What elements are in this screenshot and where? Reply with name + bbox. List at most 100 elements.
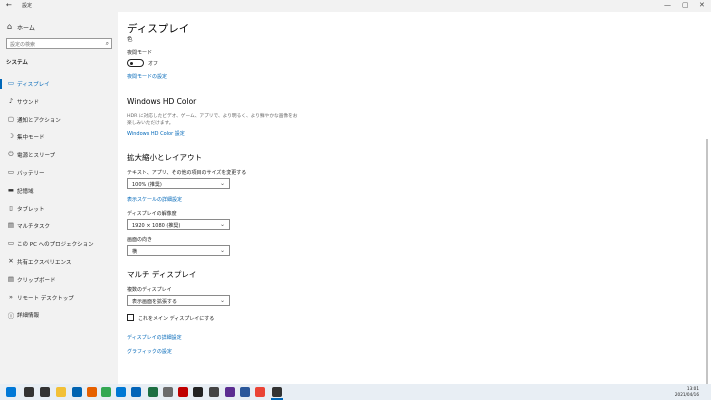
maximize-icon[interactable]: ▢ bbox=[682, 1, 689, 9]
sidebar-nav: ▭ ディスプレイ ♪ サウンド ▢ 通知とアクション ☽ 集中モード ⏻ 電源とスリープ ▭ バッテリ… bbox=[0, 75, 118, 324]
sidebar-item[interactable]: ✕ 共有エクスペリエンス bbox=[0, 253, 118, 271]
page-title: ディスプレイ bbox=[127, 23, 190, 35]
calculator-icon[interactable] bbox=[209, 387, 219, 397]
sidebar-item-label: マルチタスク bbox=[17, 224, 51, 231]
sidebar-item[interactable]: ▭ この PC へのプロジェクション bbox=[0, 235, 118, 253]
sound-icon: ♪ bbox=[8, 96, 14, 105]
focus-assist-icon: ☽ bbox=[8, 132, 14, 141]
storage-icon: ▬ bbox=[7, 185, 15, 194]
search-icon[interactable]: ⌕ bbox=[106, 40, 109, 48]
multiple-displays-value: 表示画面を拡張する bbox=[132, 299, 178, 305]
sidebar-item-label: 電源とスリープ bbox=[17, 153, 56, 160]
clipboard-icon: ▤ bbox=[7, 274, 15, 283]
chevron-down-icon: ⌄ bbox=[219, 180, 225, 187]
scale-dropdown[interactable]: 100% (推奨) ⌄ bbox=[127, 178, 230, 189]
orientation-label: 画面の向き bbox=[127, 237, 153, 243]
minimize-icon[interactable]: — bbox=[664, 1, 671, 9]
shared-experiences-icon: ✕ bbox=[8, 256, 14, 265]
remote-desktop-icon: » bbox=[9, 292, 13, 301]
resolution-dropdown[interactable]: 1920 × 1080 (推奨) ⌄ bbox=[127, 219, 230, 230]
about-icon: ⓘ bbox=[7, 312, 15, 321]
sidebar-item-label: この PC へのプロジェクション bbox=[17, 242, 94, 249]
sidebar-item[interactable]: ▬ 記憶域 bbox=[0, 182, 118, 200]
advanced-scaling-link[interactable]: 表示スケールの詳細設定 bbox=[127, 196, 182, 203]
sidebar-item[interactable]: ⏻ 電源とスリープ bbox=[0, 146, 118, 164]
settings-icon[interactable] bbox=[272, 387, 282, 397]
app-icon[interactable] bbox=[163, 387, 173, 397]
sidebar-item[interactable]: ♪ サウンド bbox=[0, 93, 118, 111]
excel-icon[interactable] bbox=[148, 387, 158, 397]
sidebar-item[interactable]: ⓘ 詳細情報 bbox=[0, 306, 118, 324]
record-icon[interactable] bbox=[178, 387, 188, 397]
sidebar-item-label: 詳細情報 bbox=[17, 313, 40, 320]
sidebar-item[interactable]: ▤ マルチタスク bbox=[0, 217, 118, 235]
projecting-icon: ▭ bbox=[7, 239, 15, 248]
task-view-icon[interactable] bbox=[40, 387, 50, 397]
chrome-icon-2[interactable] bbox=[255, 387, 265, 397]
chevron-down-icon: ⌄ bbox=[219, 247, 225, 254]
firefox-icon[interactable] bbox=[87, 387, 97, 397]
hdr-description: HDR に対応したビデオ、ゲーム、アプリで、より明るく、より鮮やかな画像をお楽し… bbox=[127, 114, 298, 126]
graphics-settings-link[interactable]: グラフィックの設定 bbox=[127, 348, 172, 355]
sidebar-item-label: クリップボード bbox=[17, 277, 56, 284]
sidebar-item-label: バッテリー bbox=[17, 170, 45, 177]
window-title: 設定 bbox=[22, 3, 33, 9]
sidebar-item[interactable]: ▭ バッテリー bbox=[0, 164, 118, 182]
resolution-value: 1920 × 1080 (推奨) bbox=[132, 223, 181, 229]
search-input[interactable]: 設定の検索 ⌕ bbox=[6, 38, 112, 49]
multiple-displays-label: 複数のディスプレイ bbox=[127, 287, 172, 293]
sidebar-item[interactable]: ▭ ディスプレイ bbox=[0, 75, 118, 93]
sidebar-item-label: サウンド bbox=[17, 99, 40, 106]
main-content: ディスプレイ 色 夜間モード オフ 夜間モードの設定 Windows HD Co… bbox=[118, 12, 711, 384]
hdr-settings-link[interactable]: Windows HD Color 設定 bbox=[127, 130, 185, 137]
start-icon[interactable] bbox=[6, 387, 16, 397]
chevron-down-icon: ⌄ bbox=[219, 221, 225, 228]
search-icon[interactable] bbox=[24, 387, 34, 397]
multitasking-icon: ▤ bbox=[7, 221, 15, 230]
power-sleep-icon: ⏻ bbox=[8, 150, 14, 159]
multiple-displays-heading: マルチ ディスプレイ bbox=[127, 270, 197, 279]
main-display-checkbox-label[interactable]: これをメイン ディスプレイにする bbox=[138, 315, 214, 322]
home-icon: ⌂ bbox=[7, 22, 13, 31]
scale-label: テキスト、アプリ、その他の項目のサイズを変更する bbox=[127, 170, 247, 176]
sidebar-item-label: 通知とアクション bbox=[17, 117, 61, 124]
night-light-toggle[interactable] bbox=[127, 59, 144, 67]
multiple-displays-dropdown[interactable]: 表示画面を拡張する ⌄ bbox=[127, 295, 230, 306]
sidebar-home[interactable]: ⌂ ホーム bbox=[0, 20, 118, 34]
orientation-dropdown[interactable]: 横 ⌄ bbox=[127, 245, 230, 256]
night-light-settings-link[interactable]: 夜間モードの設定 bbox=[127, 73, 167, 80]
taskbar: 13:01 2021/04/16 bbox=[0, 384, 711, 400]
toggle-knob bbox=[130, 61, 133, 65]
back-arrow-icon[interactable]: ← bbox=[6, 1, 12, 9]
orientation-value: 横 bbox=[132, 249, 138, 255]
outlook-icon[interactable] bbox=[131, 387, 141, 397]
sidebar-item[interactable]: ▤ クリップボード bbox=[0, 271, 118, 289]
scrollbar[interactable] bbox=[706, 139, 708, 384]
active-app-indicator bbox=[271, 398, 283, 400]
battery-icon: ▭ bbox=[7, 167, 15, 176]
store-icon[interactable] bbox=[72, 387, 82, 397]
scale-layout-heading: 拡大縮小とレイアウト bbox=[127, 153, 202, 162]
media-icon[interactable] bbox=[193, 387, 203, 397]
advanced-display-link[interactable]: ディスプレイの詳細設定 bbox=[127, 334, 182, 341]
taskbar-clock[interactable]: 13:01 2021/04/16 bbox=[675, 386, 699, 397]
sidebar-item-label: リモート デスクトップ bbox=[17, 295, 74, 302]
file-explorer-icon[interactable] bbox=[56, 387, 66, 397]
close-icon[interactable]: ✕ bbox=[699, 1, 705, 9]
chevron-down-icon: ⌄ bbox=[219, 297, 225, 304]
sidebar: ⌂ ホーム 設定の検索 ⌕ システム ▭ ディスプレイ ♪ サウンド ▢ 通知とアクション… bbox=[0, 12, 118, 384]
mail-icon[interactable] bbox=[116, 387, 126, 397]
app-icon-2[interactable] bbox=[240, 387, 250, 397]
main-display-checkbox[interactable] bbox=[127, 314, 134, 321]
display-icon: ▭ bbox=[7, 79, 15, 87]
onenote-icon[interactable] bbox=[225, 387, 235, 397]
sidebar-item[interactable]: ▢ 通知とアクション bbox=[0, 111, 118, 129]
title-bar: ← 設定 — ▢ ✕ bbox=[0, 0, 711, 12]
chrome-icon[interactable] bbox=[101, 387, 111, 397]
scale-value: 100% (推奨) bbox=[132, 182, 162, 188]
night-light-state: オフ bbox=[148, 61, 159, 67]
sidebar-item-label: ディスプレイ bbox=[17, 82, 50, 88]
sidebar-item[interactable]: ☽ 集中モード bbox=[0, 128, 118, 146]
sidebar-item[interactable]: ▯ タブレット bbox=[0, 200, 118, 218]
sidebar-item[interactable]: » リモート デスクトップ bbox=[0, 289, 118, 307]
